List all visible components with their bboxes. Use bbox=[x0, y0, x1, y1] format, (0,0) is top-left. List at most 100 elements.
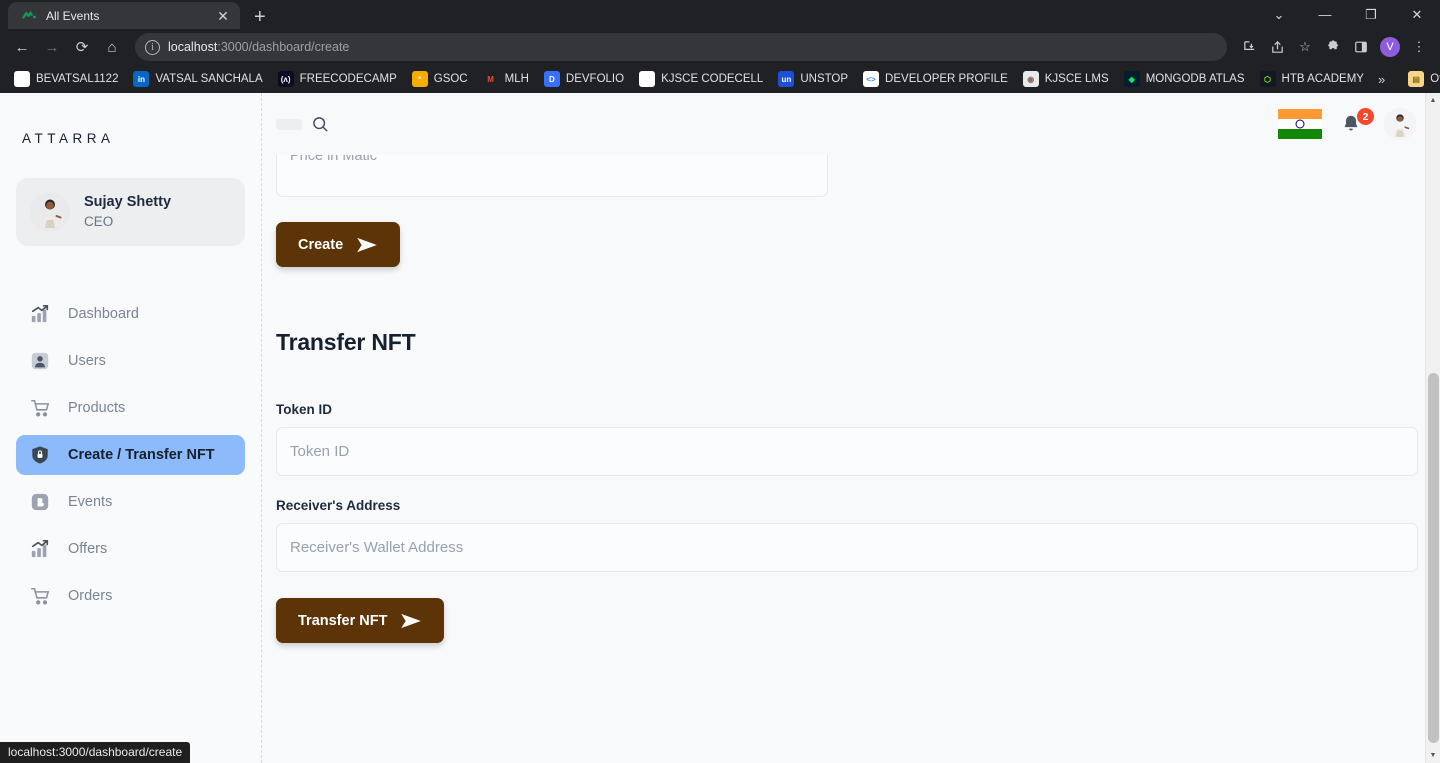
other-bookmarks-label: Other bookmarks bbox=[1430, 73, 1440, 85]
bookmark-label: DEVFOLIO bbox=[565, 73, 625, 85]
sidebar-item-label: Products bbox=[68, 400, 126, 416]
close-window-icon[interactable]: ✕ bbox=[1394, 0, 1440, 29]
sidebar-item-label: Events bbox=[68, 494, 113, 510]
forms-container: Price in Matic Create Transfer NFT Token… bbox=[262, 155, 1440, 643]
page-scrollbar[interactable]: ▲ ▼ bbox=[1425, 93, 1440, 763]
side-panel-icon[interactable] bbox=[1348, 34, 1374, 60]
cart-icon bbox=[30, 586, 50, 606]
sidebar-item-label: Orders bbox=[68, 588, 113, 604]
scrollbar-thumb[interactable] bbox=[1428, 373, 1439, 743]
bookmark-item[interactable]: ◉ KJSCE LMS bbox=[1016, 68, 1116, 90]
bookmark-item[interactable]: M MLH bbox=[476, 68, 536, 90]
bookmark-item[interactable]: KJSCE CODECELL bbox=[632, 68, 770, 90]
bookmark-label: KJSCE LMS bbox=[1044, 73, 1109, 85]
sidebar-item-users[interactable]: Users bbox=[16, 341, 245, 381]
send-icon bbox=[400, 613, 422, 629]
profile-name: Sujay Shetty bbox=[84, 194, 172, 211]
downloads-icon[interactable] bbox=[1236, 34, 1262, 60]
sidebar-item-offers[interactable]: Offers bbox=[16, 529, 245, 569]
bookmark-item[interactable]: * GSOC bbox=[405, 68, 475, 90]
extensions-icon[interactable] bbox=[1320, 34, 1346, 60]
chevron-down-icon[interactable]: ⌄ bbox=[1256, 0, 1302, 29]
sidebar-nav: Dashboard Users Products Create / Transfer … bbox=[16, 294, 245, 616]
sidebar-item-dashboard[interactable]: Dashboard bbox=[16, 294, 245, 334]
blogger-b-icon bbox=[30, 492, 50, 512]
sidebar-profile-card[interactable]: Sujay Shetty CEO bbox=[16, 178, 245, 246]
search-icon[interactable] bbox=[312, 116, 329, 133]
bookmark-label: FREECODECAMP bbox=[299, 73, 397, 85]
profile-role: CEO bbox=[84, 213, 114, 229]
bookmark-item[interactable]: (ʌ) FREECODECAMP bbox=[271, 68, 404, 90]
topbar-actions: 2 bbox=[1278, 108, 1440, 140]
sidebar-item-create-transfer-nft[interactable]: Create / Transfer NFT bbox=[16, 435, 245, 475]
cart-icon bbox=[30, 398, 50, 418]
shield-lock-icon bbox=[30, 445, 50, 465]
freecodecamp-icon: (ʌ) bbox=[277, 71, 294, 87]
bookmarks-bar: BEVATSAL1122 in VATSAL SANCHALA (ʌ) FREECODE… bbox=[0, 65, 1440, 93]
notification-bell-button[interactable]: 2 bbox=[1340, 108, 1374, 139]
send-icon bbox=[356, 237, 378, 253]
india-flag-icon[interactable] bbox=[1278, 109, 1322, 139]
main-content: 2 Price in Matic Create Transfer NFT Tok… bbox=[262, 93, 1440, 763]
ashoka-chakra-icon bbox=[1295, 119, 1305, 129]
receiver-address-input[interactable] bbox=[276, 523, 1418, 572]
bookmark-label: UNSTOP bbox=[800, 73, 849, 85]
bookmark-star-icon[interactable]: ☆ bbox=[1292, 34, 1318, 60]
bookmarks-overflow-button[interactable]: » bbox=[1372, 72, 1391, 87]
browser-menu-icon[interactable]: ⋮ bbox=[1406, 34, 1432, 60]
scroll-up-arrow[interactable]: ▲ bbox=[1426, 93, 1440, 108]
bookmark-item[interactable]: un UNSTOP bbox=[771, 68, 855, 90]
browser-tab[interactable]: All Events ✕ bbox=[8, 2, 240, 29]
browser-toolbar: ← → ⟳ ⌂ i localhost:3000/dashboard/creat… bbox=[0, 29, 1440, 65]
window-controls: ⌄ — ❐ ✕ bbox=[1256, 0, 1440, 29]
bookmark-label: MONGODB ATLAS bbox=[1145, 73, 1245, 85]
linkedin-icon: in bbox=[133, 71, 150, 87]
kjsce-lms-icon: ◉ bbox=[1022, 71, 1039, 87]
chart-bar-icon bbox=[30, 539, 50, 559]
create-button[interactable]: Create bbox=[276, 222, 401, 267]
user-icon bbox=[30, 351, 50, 371]
bookmark-item[interactable]: <> DEVELOPER PROFILE bbox=[856, 68, 1015, 90]
bookmark-item[interactable]: in VATSAL SANCHALA bbox=[126, 68, 269, 90]
bookmark-item[interactable]: BEVATSAL1122 bbox=[7, 68, 125, 90]
bookmark-label: GSOC bbox=[433, 73, 468, 85]
avatar[interactable] bbox=[1384, 108, 1416, 140]
bookmark-item[interactable]: ⬡ HTB ACADEMY bbox=[1253, 68, 1371, 90]
close-tab-icon[interactable]: ✕ bbox=[215, 9, 231, 23]
site-info-icon[interactable]: i bbox=[145, 39, 160, 55]
receiver-address-label: Receiver's Address bbox=[276, 498, 401, 513]
sidebar-item-orders[interactable]: Orders bbox=[16, 576, 245, 616]
maximize-icon[interactable]: ❐ bbox=[1348, 0, 1394, 29]
token-id-input[interactable] bbox=[276, 427, 1418, 476]
search-area[interactable] bbox=[276, 116, 1278, 133]
sidebar-item-products[interactable]: Products bbox=[16, 388, 245, 428]
back-button[interactable]: ← bbox=[8, 33, 36, 61]
address-bar[interactable]: i localhost:3000/dashboard/create bbox=[135, 33, 1227, 61]
new-tab-button[interactable]: + bbox=[254, 7, 266, 27]
bookmark-label: MLH bbox=[504, 73, 529, 85]
bookmark-item[interactable]: ◆ MONGODB ATLAS bbox=[1117, 68, 1252, 90]
search-placeholder-block bbox=[276, 118, 302, 130]
transfer-nft-button[interactable]: Transfer NFT bbox=[276, 598, 445, 643]
price-input-clipped[interactable]: Price in Matic bbox=[276, 155, 828, 197]
avatar bbox=[30, 192, 70, 232]
home-button[interactable]: ⌂ bbox=[98, 33, 126, 61]
app-sidebar: ATTARRA Sujay Shetty CEO Dashboard Users… bbox=[0, 93, 262, 763]
forward-button[interactable]: → bbox=[38, 33, 66, 61]
hackthebox-icon: ⬡ bbox=[1259, 71, 1276, 87]
notification-badge: 2 bbox=[1357, 108, 1374, 125]
page-viewport: ATTARRA Sujay Shetty CEO Dashboard Users… bbox=[0, 93, 1440, 763]
share-icon[interactable] bbox=[1264, 34, 1290, 60]
bookmark-item[interactable]: D DEVFOLIO bbox=[537, 68, 631, 90]
profile-avatar-button[interactable]: V bbox=[1380, 37, 1400, 57]
chart-zigzag-icon bbox=[21, 8, 37, 24]
scroll-down-arrow[interactable]: ▼ bbox=[1426, 748, 1440, 763]
transfer-button-label: Transfer NFT bbox=[298, 612, 388, 629]
mongodb-icon: ◆ bbox=[1123, 71, 1140, 87]
bookmark-label: VATSAL SANCHALA bbox=[155, 73, 263, 85]
sidebar-item-label: Dashboard bbox=[68, 306, 139, 322]
other-bookmarks-folder[interactable]: ▤ Other bookmarks bbox=[1401, 68, 1440, 90]
minimize-icon[interactable]: — bbox=[1302, 0, 1348, 29]
reload-button[interactable]: ⟳ bbox=[68, 33, 96, 61]
sidebar-item-events[interactable]: Events bbox=[16, 482, 245, 522]
